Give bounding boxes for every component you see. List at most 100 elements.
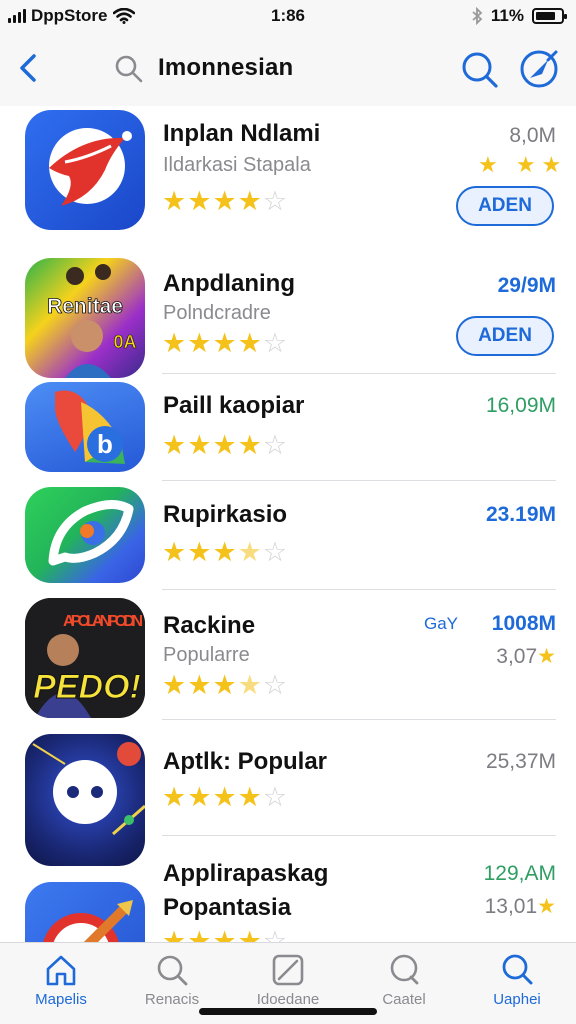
star-icon: ★ xyxy=(237,430,262,460)
app-icon-bird xyxy=(25,110,145,230)
app-size: 1008M xyxy=(491,612,556,635)
star-icon: ★ xyxy=(212,670,237,700)
star-icon: ★ xyxy=(237,782,262,812)
rating-stars: ★ ★ ★ ★ ☆ xyxy=(162,330,287,357)
status-bar: DppStore 1:86 11% xyxy=(0,0,576,34)
star-icon: ★ xyxy=(212,186,237,216)
tab-search-active[interactable]: Uaphei xyxy=(467,953,567,1015)
tab-label: Caatel xyxy=(382,991,426,1008)
star-icon: ★ xyxy=(162,328,187,358)
app-icon-no-sign xyxy=(25,882,145,942)
star-icon: ★ xyxy=(187,537,212,567)
search-icon xyxy=(115,55,143,83)
tab-label: Idoedane xyxy=(256,991,320,1008)
tab-search[interactable]: Renacis xyxy=(122,953,222,1015)
poster-title: APOLAN PODIN xyxy=(63,613,143,630)
star-icon: ★ xyxy=(162,537,187,567)
battery-icon xyxy=(532,8,567,24)
rating-stars: ★ ★ ★ ★ ☆ xyxy=(162,188,287,215)
mini-rating: ★ ★★ xyxy=(478,152,568,177)
bluetooth-icon xyxy=(472,7,483,25)
app-subtitle: Popularre xyxy=(163,644,250,666)
rating-count: 3,07★ xyxy=(496,644,556,669)
app-list: Inplan Ndlami Ildarkasi Stapala ★ ★ ★ ★ ☆ 8,… xyxy=(0,106,576,942)
star-icon: ★ xyxy=(237,186,262,216)
star-icon: ★ xyxy=(237,537,262,567)
rating-count: 13,01★ xyxy=(485,894,556,919)
rating-stars: ★ ★ ★ ★ ☆ xyxy=(162,672,287,699)
rating-count-value: 3,07 xyxy=(496,645,538,668)
star-icon: ★ xyxy=(187,430,212,460)
poster-text-2: 0A xyxy=(113,332,136,352)
star-icon: ★ xyxy=(187,926,212,943)
rating-count-value: 13,01 xyxy=(484,895,538,918)
star-icon: ★ xyxy=(187,782,212,812)
poster-title-2: PEDO! xyxy=(33,668,141,706)
star-icon: ★ xyxy=(187,670,212,700)
list-item[interactable]: APOLAN PODIN PEDO! Rackine Popularre ★ ★ ★… xyxy=(0,590,576,720)
star-icon: ★ xyxy=(537,895,556,918)
get-button[interactable]: ADEN xyxy=(456,186,554,226)
poster-text: Renitae xyxy=(47,295,123,318)
search-icon xyxy=(157,955,188,986)
search-button-icon[interactable] xyxy=(460,50,500,90)
navigation-bar: Imonnesian xyxy=(0,34,576,106)
app-size: 16,09M xyxy=(485,394,556,417)
star-icon: ☆ xyxy=(262,926,288,943)
list-item[interactable]: b Paill kaopiar ★ ★ ★ ★ ☆ 16,09M xyxy=(0,374,576,481)
tab-label: Uaphei xyxy=(493,991,541,1008)
app-name: Inplan Ndlami xyxy=(163,120,321,147)
star-icon: ★ xyxy=(187,186,212,216)
list-item[interactable]: Inplan Ndlami Ildarkasi Stapala ★ ★ ★ ★ ☆ 8,… xyxy=(0,106,576,256)
star-icon: ★ xyxy=(162,430,187,460)
chevron-left-icon[interactable] xyxy=(14,48,44,88)
home-icon xyxy=(46,955,76,986)
list-item[interactable]: Renitae 0A Anpdlaning Polndcradre ★ ★ ★ ★ ☆ … xyxy=(0,256,576,378)
tab-label: Renacis xyxy=(144,991,200,1008)
list-item[interactable]: Aptlk: Popular ★ ★ ★ ★ ☆ 25,37M xyxy=(0,720,576,866)
app-name: Rupirkasio xyxy=(163,501,288,528)
app-size: 8,0M xyxy=(509,124,556,147)
app-icon-poster-man: APOLAN PODIN PEDO! xyxy=(25,598,145,718)
star-icon: ★ xyxy=(212,328,237,358)
app-size: 129,AM xyxy=(483,862,556,885)
app-name: Rackine xyxy=(163,612,256,639)
tab-home[interactable]: Mapelis xyxy=(11,953,111,1015)
app-name: Paill kaopiar xyxy=(163,392,305,419)
maps-letter: b xyxy=(97,429,113,459)
tab-chat[interactable]: Caatel xyxy=(354,953,454,1015)
star-icon: ★ xyxy=(187,328,212,358)
star-icon: ★ xyxy=(162,782,187,812)
star-icon: ★ xyxy=(162,186,187,216)
rating-stars: ★ ★ ★ ★ ☆ xyxy=(162,926,288,943)
get-button[interactable]: ADEN xyxy=(456,316,554,356)
app-name: Aptlk: Popular xyxy=(163,748,328,775)
status-right: 11% xyxy=(471,6,567,26)
rating-stars: ★ ★ ★ ★ ☆ xyxy=(162,432,287,459)
list-item[interactable]: Applirapaskag Popantasia ★ ★ ★ ★ ☆ 129,AM 13… xyxy=(0,836,576,942)
tab-card[interactable]: Idoedane xyxy=(238,953,338,1015)
app-icon-maps: b xyxy=(25,382,145,472)
app-name: Anpdlaning xyxy=(163,270,295,297)
app-subtitle: Polndcradre xyxy=(163,302,271,324)
rating-stars: ★ ★ ★ ★ ☆ xyxy=(162,539,287,566)
compass-icon[interactable] xyxy=(518,48,560,90)
search-icon xyxy=(390,954,419,985)
star-icon: ★ xyxy=(212,782,237,812)
app-size: 29/9M xyxy=(497,274,556,297)
app-size: 25,37M xyxy=(485,750,556,773)
battery-percent: 11% xyxy=(490,6,524,25)
star-icon: ★ xyxy=(237,328,262,358)
list-item[interactable]: Rupirkasio ★ ★ ★ ★ ☆ 23.19M xyxy=(0,481,576,590)
star-icon: ★ xyxy=(212,926,237,943)
page-title: Imonnesian xyxy=(158,54,294,81)
card-icon xyxy=(272,954,304,986)
star-icon: ★ xyxy=(237,670,262,700)
star-icon: ☆ xyxy=(262,782,288,812)
home-indicator xyxy=(199,1008,377,1015)
star-icon: ☆ xyxy=(262,537,288,567)
app-name: Applirapaskag xyxy=(163,860,329,887)
app-subtitle: Popantasia xyxy=(163,894,292,921)
star-icon: ★ xyxy=(212,430,237,460)
star-icon: ★ xyxy=(212,537,237,567)
